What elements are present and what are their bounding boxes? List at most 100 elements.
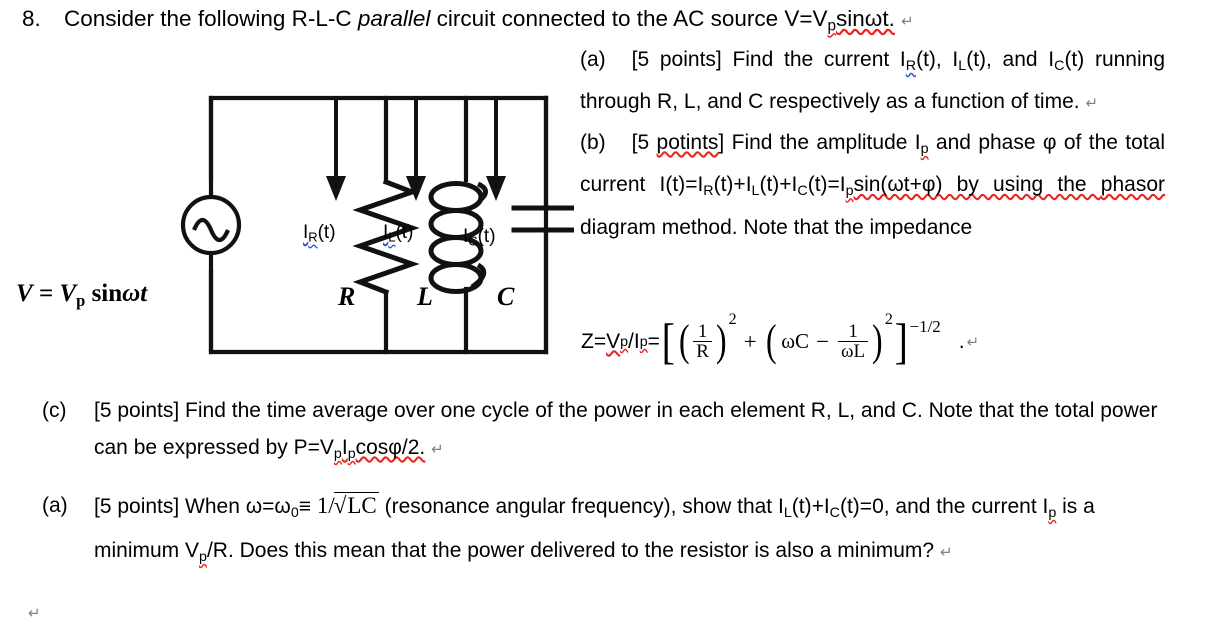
impedance-equals: = — [647, 329, 660, 353]
part-b-sub-p2: p — [845, 183, 854, 200]
part-b-text-5: (t)+I — [759, 173, 798, 197]
part-b-text-8: diagram method. Note that the impedance — [580, 215, 973, 239]
part-c-text-1: [5 points] Find the time average over on… — [94, 399, 1158, 459]
fraction-numerator: 1 — [697, 321, 708, 342]
part-b-text-1: [5 — [631, 130, 657, 154]
part-a-text-3: (t), and I — [966, 48, 1055, 71]
fraction-one-over-omega-l: 1 ωL — [838, 321, 869, 362]
part-d-sub-zero: 0 — [290, 504, 299, 521]
exponent-two-2: 2 — [884, 311, 893, 328]
part-d-text-3: (resonance angular frequency), show that… — [378, 494, 784, 518]
current-label-r: IR(t) — [303, 222, 336, 245]
part-b-typo-word: potints — [656, 130, 719, 154]
minus-sign: − — [816, 328, 830, 354]
part-d-block: (a) [5 points] When ω=ω0≡ 1/√LC (resonanc… — [42, 487, 1172, 576]
impedance-slash: /I — [628, 329, 640, 353]
question-number: 8. — [22, 6, 41, 31]
paragraph-mark: ↵ — [431, 440, 444, 458]
current-label-c-post: (t) — [477, 226, 496, 247]
part-a-block: (a) [5 points] Find the current IR(t), IL… — [580, 42, 1165, 122]
ac-source-symbol — [180, 98, 242, 352]
bottom-parts-block: (c) [5 points] Find the time average over… — [42, 392, 1172, 584]
paragraph-mark: ↵ — [901, 12, 914, 30]
question-stem-text-1: Consider the following R-L-C — [64, 6, 358, 31]
part-d-text-1: [5 points] When ω=ω — [94, 494, 291, 518]
component-label-c: C — [497, 282, 515, 311]
fraction-one-over-r: 1 R — [693, 322, 712, 362]
current-label-r-sub: R — [308, 229, 318, 245]
question-stem-text-3: sinωt. — [836, 6, 895, 31]
part-a-tag: (a) — [580, 48, 606, 71]
paragraph-mark: ↵ — [1085, 94, 1099, 113]
current-label-r-post: (t) — [317, 222, 336, 243]
impedance-ip-sub: p — [639, 333, 648, 350]
part-c-sub-ip: p — [347, 445, 356, 462]
paragraph-mark: ↵ — [939, 542, 953, 561]
paren-close-1: ) — [715, 316, 727, 366]
document-end-paragraph-mark: ↵ — [28, 604, 41, 622]
part-d-text-5: (t)=0, and the current I — [839, 494, 1049, 518]
part-a-sub-l: L — [958, 57, 967, 74]
ac-source-circle — [180, 194, 242, 256]
part-d-sub-c: C — [829, 504, 840, 521]
part-c-block: (c) [5 points] Find the time average over… — [42, 392, 1172, 473]
current-label-l-post: (t) — [395, 222, 414, 243]
part-d-text-2: ≡ — [298, 494, 317, 518]
current-label-c-sub: C — [468, 233, 478, 249]
resonance-formula: 1/√LC — [316, 491, 379, 518]
impedance-z: Z= — [581, 329, 607, 353]
exponent-minus-half: −1/2 — [909, 316, 941, 336]
source-voltage-label: V = Vp sinωt — [16, 280, 147, 311]
part-b-text-2: ] Find the amplitude I — [718, 130, 921, 154]
source-label-omega-t: ωt — [122, 280, 148, 307]
impedance-vp-sub: p — [620, 333, 629, 350]
question-stem-italic: parallel — [357, 6, 431, 31]
part-d-sub-l: L — [783, 504, 792, 521]
source-label-sin: sin — [85, 280, 123, 307]
part-b-word-phasor: phasor — [1100, 173, 1165, 197]
part-a-text-2: (t), I — [916, 48, 959, 71]
part-c-tag: (c) — [42, 399, 67, 422]
fraction-denominator: ωL — [838, 341, 869, 362]
circuit-svg — [180, 95, 581, 355]
paragraph-mark: ↵ — [966, 332, 980, 351]
part-d-text-7: /R. Does this mean that the power delive… — [206, 538, 935, 562]
sqrt-lc-radicand: √LC — [333, 491, 379, 518]
source-label-p-subscript: p — [76, 290, 86, 310]
source-label-v: V — [16, 280, 33, 307]
paren-open-2: ( — [765, 316, 777, 366]
source-label-equals: = — [32, 280, 60, 307]
plus-sign: + — [743, 328, 757, 354]
part-b-sub-c: C — [797, 183, 808, 200]
part-b-text-4: (t)+I — [713, 173, 752, 197]
component-label-l: L — [417, 282, 433, 311]
part-a-sub-c: C — [1054, 57, 1065, 74]
part-b-tag: (b) — [580, 130, 606, 154]
question-stem: 8. Consider the following R-L-C parallel … — [22, 2, 1202, 43]
part-a-text-1: [5 points] Find the current I — [631, 48, 906, 71]
impedance-vp: V — [606, 329, 621, 353]
fraction-numerator: 1 — [848, 321, 858, 342]
paren-open-1: ( — [678, 316, 690, 366]
part-a-sub-r: R — [905, 57, 917, 74]
part-d-text-4: (t)+I — [791, 494, 830, 518]
exponent-two-1: 2 — [728, 311, 737, 328]
circuit-diagram: V = Vp sinωt IR(t) IL(t) IC(t) R L C — [8, 84, 581, 366]
part-b-text-7: sin(ωt+φ) by using the — [853, 173, 1101, 197]
part-b-block: (b) [5 potints] Find the amplitude Ip and… — [580, 125, 1165, 245]
bracket-close: ] — [894, 313, 908, 370]
source-label-vp: V — [59, 280, 77, 307]
question-stem-subscript-p: p — [827, 17, 837, 35]
fraction-denominator: R — [693, 341, 712, 362]
part-c-text-3: cosφ/2. — [355, 436, 426, 459]
omega-c-term: ωC — [781, 329, 810, 354]
part-b-sub-p1: p — [920, 140, 929, 157]
paren-close-2: ) — [872, 316, 883, 366]
part-b-text-6: (t)=I — [807, 173, 846, 197]
part-b-sub-r: R — [703, 183, 714, 200]
part-d-tag: (a) — [42, 493, 68, 517]
part-c-sub-vp: p — [333, 445, 342, 462]
right-column: (a) [5 points] Find the current IR(t), IL… — [580, 42, 1165, 245]
question-stem-text-2: circuit connected to the AC source V=V — [430, 6, 828, 31]
part-d-sub-vp: p — [199, 548, 207, 565]
